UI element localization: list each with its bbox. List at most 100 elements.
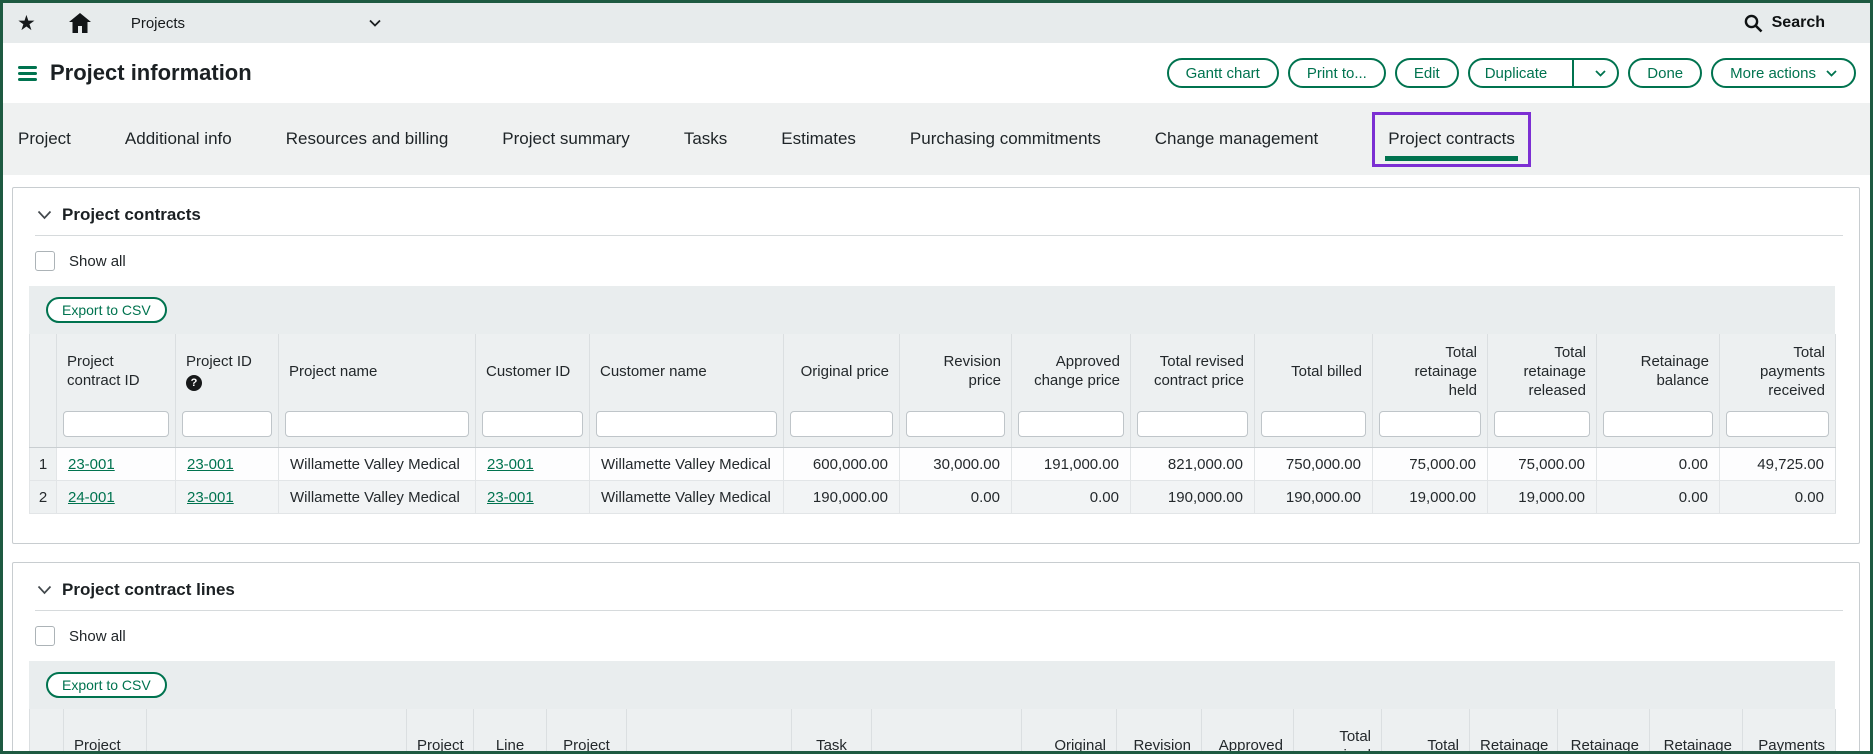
- column-header-revision-10[interactable]: Revision: [1117, 709, 1202, 754]
- column-header-approved-11[interactable]: Approved: [1202, 709, 1294, 754]
- cell-approved-change-price: 0.00: [1012, 481, 1131, 514]
- column-header-label: Customer name: [600, 362, 773, 381]
- column-header-approved-change-price[interactable]: Approved change price: [1012, 334, 1131, 408]
- collapse-chevron-icon[interactable]: [37, 585, 52, 595]
- column-header-original-9[interactable]: Original: [1022, 709, 1117, 754]
- column-header-original-price[interactable]: Original price: [784, 334, 900, 408]
- active-tab-underline: [1385, 156, 1518, 161]
- edit-button[interactable]: Edit: [1395, 58, 1459, 88]
- column-header-total-revised-12[interactable]: Total revised: [1294, 709, 1382, 754]
- projects-nav-dropdown[interactable]: Projects: [131, 15, 381, 32]
- column-header-total-retainage-released[interactable]: Total retainage released: [1488, 334, 1597, 408]
- column-header-total-payments-received[interactable]: Total payments received: [1720, 334, 1836, 408]
- filter-input-retainage-balance[interactable]: [1603, 411, 1713, 437]
- customer-id-link[interactable]: 23-001: [487, 456, 534, 473]
- export-csv-button[interactable]: Export to CSV: [46, 672, 167, 698]
- column-header-retainage-15[interactable]: Retainage: [1558, 709, 1650, 754]
- export-csv-button[interactable]: Export to CSV: [46, 297, 167, 323]
- tab-tasks[interactable]: Tasks: [684, 129, 727, 149]
- column-header-blank-0: [30, 709, 64, 754]
- filter-input-customer-name[interactable]: [596, 411, 777, 437]
- filter-input-approved-change-price[interactable]: [1018, 411, 1124, 437]
- collapse-chevron-icon[interactable]: [37, 210, 52, 220]
- filter-input-total-retainage-held[interactable]: [1379, 411, 1481, 437]
- show-all-checkbox[interactable]: [35, 626, 55, 646]
- column-header-retainage-14[interactable]: Retainage: [1470, 709, 1558, 754]
- column-header-customer-name[interactable]: Customer name: [590, 334, 784, 408]
- tab-additional-info[interactable]: Additional info: [125, 129, 232, 149]
- filter-input-project-id[interactable]: [182, 411, 272, 437]
- column-header-revision-price[interactable]: Revision price: [900, 334, 1012, 408]
- column-header-total-13[interactable]: Total: [1382, 709, 1470, 754]
- column-header-retainage-16[interactable]: Retainage: [1650, 709, 1743, 754]
- tab-project[interactable]: Project: [18, 129, 71, 149]
- contract-lines-grid: Export to CSV ProjectProjectLineProjectT…: [29, 661, 1835, 754]
- column-header-total-revised-contract-price[interactable]: Total revised contract price: [1131, 334, 1255, 408]
- home-icon[interactable]: [69, 13, 91, 33]
- column-header-retainage-balance[interactable]: Retainage balance: [1597, 334, 1720, 408]
- tab-estimates[interactable]: Estimates: [781, 129, 856, 149]
- column-header-label: Retainage balance: [1607, 352, 1709, 390]
- column-header-customer-id[interactable]: Customer ID: [476, 334, 590, 408]
- filter-cell: [1012, 408, 1131, 448]
- filter-cell: [590, 408, 784, 448]
- column-header-label: Total retainage held: [1383, 343, 1477, 400]
- project-contracts-section: Project contracts Show all Export to CSV…: [12, 187, 1860, 544]
- help-icon[interactable]: ?: [186, 375, 202, 391]
- duplicate-dropdown-toggle[interactable]: [1584, 60, 1617, 86]
- column-header-project-contract-id[interactable]: Project contract ID: [57, 334, 176, 408]
- cell-retainage-balance: 0.00: [1597, 448, 1720, 481]
- gantt-chart-button[interactable]: Gantt chart: [1167, 58, 1279, 88]
- filter-cell: [1597, 408, 1720, 448]
- search-button[interactable]: Search: [1744, 14, 1825, 33]
- column-header-line-4[interactable]: Line: [474, 709, 547, 754]
- tab-project-summary[interactable]: Project summary: [502, 129, 630, 149]
- column-header-payments-17[interactable]: Payments: [1743, 709, 1836, 754]
- filter-input-customer-id[interactable]: [482, 411, 583, 437]
- tab-bar: Project Additional info Resources and bill…: [3, 103, 1870, 175]
- column-header-project-3[interactable]: Project: [407, 709, 474, 754]
- tab-project-contracts[interactable]: Project contracts: [1372, 112, 1531, 167]
- column-header-project-id[interactable]: Project ID?: [176, 334, 279, 408]
- customer-id-link[interactable]: 23-001: [487, 489, 534, 506]
- filter-input-revision-price[interactable]: [906, 411, 1005, 437]
- column-header-task-7[interactable]: Task: [792, 709, 872, 754]
- done-button[interactable]: Done: [1628, 58, 1702, 88]
- tab-change-management[interactable]: Change management: [1155, 129, 1319, 149]
- column-header-total-retainage-held[interactable]: Total retainage held: [1373, 334, 1488, 408]
- column-header-total-billed[interactable]: Total billed: [1255, 334, 1373, 408]
- filter-input-total-revised-contract-price[interactable]: [1137, 411, 1248, 437]
- favorites-star-icon[interactable]: ★: [17, 13, 36, 34]
- tab-label: Estimates: [781, 129, 856, 148]
- tab-purchasing-commitments[interactable]: Purchasing commitments: [910, 129, 1101, 149]
- duplicate-button[interactable]: Duplicate: [1468, 58, 1620, 88]
- column-header-project-name[interactable]: Project name: [279, 334, 476, 408]
- more-actions-button[interactable]: More actions: [1711, 58, 1856, 88]
- project-contract-lines-section: Project contract lines Show all Export t…: [12, 562, 1860, 754]
- project-id-link[interactable]: 23-001: [187, 489, 234, 506]
- chevron-down-icon: [1826, 70, 1837, 77]
- divider: [1572, 60, 1574, 86]
- filter-input-total-retainage-released[interactable]: [1494, 411, 1590, 437]
- filter-input-total-payments-received[interactable]: [1726, 411, 1829, 437]
- filter-input-project-name[interactable]: [285, 411, 469, 437]
- show-all-checkbox[interactable]: [35, 251, 55, 271]
- filter-cell: [1131, 408, 1255, 448]
- print-to-button[interactable]: Print to...: [1288, 58, 1386, 88]
- record-list-icon[interactable]: [18, 66, 37, 81]
- tab-resources-and-billing[interactable]: Resources and billing: [286, 129, 449, 149]
- cell-project-name: Willamette Valley Medical: [279, 481, 476, 514]
- print-to-label: Print to...: [1307, 65, 1367, 82]
- column-header-project-1[interactable]: Project: [64, 709, 147, 754]
- filter-input-project-contract-id[interactable]: [63, 411, 169, 437]
- column-header-project-5[interactable]: Project: [547, 709, 627, 754]
- search-icon: [1744, 14, 1763, 33]
- filter-input-total-billed[interactable]: [1261, 411, 1366, 437]
- project-contract-id-link[interactable]: 23-001: [68, 456, 115, 473]
- cell-retainage-balance: 0.00: [1597, 481, 1720, 514]
- project-id-link[interactable]: 23-001: [187, 456, 234, 473]
- cell-approved-change-price: 191,000.00: [1012, 448, 1131, 481]
- filter-input-original-price[interactable]: [790, 411, 893, 437]
- project-contract-id-link[interactable]: 24-001: [68, 489, 115, 506]
- page-header: Project information Gantt chartPrint to.…: [3, 43, 1870, 104]
